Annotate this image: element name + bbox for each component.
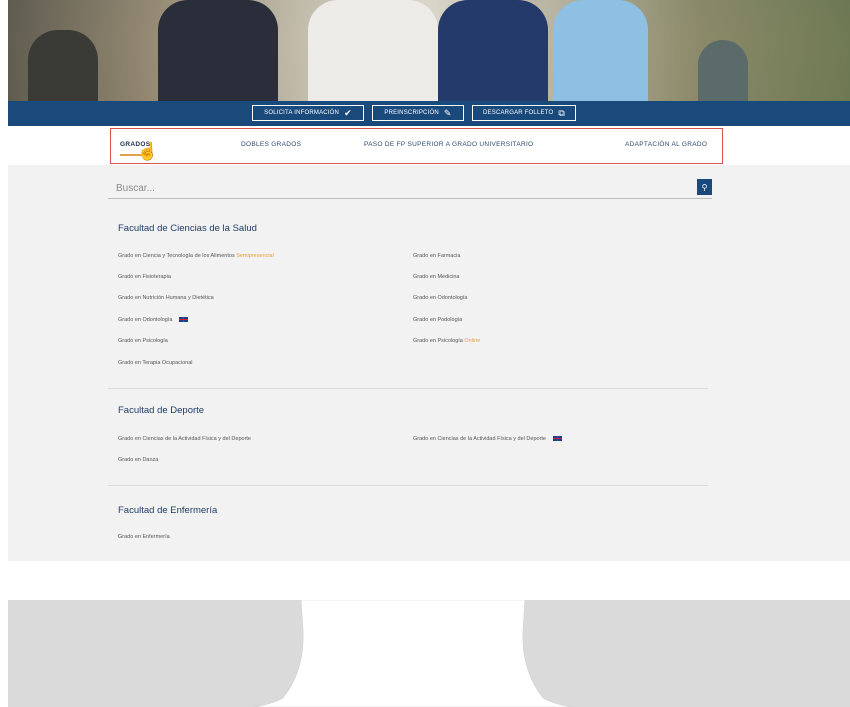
list-item-label: Grado en Psicología — [413, 338, 463, 344]
uk-flag-icon — [552, 436, 562, 442]
tab-dobles-grados[interactable]: DOBLES GRADOS — [241, 141, 301, 148]
list-item[interactable]: Grado en Ciencias de la Actividad Física… — [118, 436, 251, 442]
list-item[interactable]: Grado en Fisioterapia — [118, 274, 171, 280]
list-item-label: Grado en Medicina — [413, 274, 460, 280]
search-bar: Buscar... ⚲ — [108, 178, 712, 199]
tab-fp-superior[interactable]: PASO DE FP SUPERIOR A GRADO UNIVERSITARI… — [364, 141, 533, 148]
hero-banner — [8, 0, 850, 101]
list-item-label: Grado en Ciencias de la Actividad Física… — [118, 436, 251, 442]
list-item[interactable]: Grado en Podología — [413, 317, 462, 323]
uk-flag-icon — [178, 317, 188, 323]
list-item-label: Grado en Terapia Ocupacional — [118, 360, 193, 366]
list-item-label: Grado en Farmacia — [413, 253, 461, 259]
faculty-title: Facultad de Enfermería — [118, 505, 218, 516]
search-icon: ⚲ — [701, 182, 708, 192]
monitor-stand — [253, 600, 573, 707]
search-button[interactable]: ⚲ — [697, 179, 712, 195]
list-item[interactable]: Grado en Odontología — [413, 295, 467, 301]
list-item-label: Grado en Enfermería — [118, 534, 170, 540]
request-info-button[interactable]: SOLICITA INFORMACIÓN ✔ — [252, 105, 364, 121]
list-item[interactable]: Grado en Farmacia — [413, 253, 460, 259]
online-badge: Online — [464, 338, 481, 344]
edit-icon: ✎ — [443, 107, 452, 118]
list-item[interactable]: Grado en Ciencias de la Actividad Física… — [413, 436, 562, 442]
copy-icon: ⧉ — [558, 107, 565, 118]
list-item-label: Grado en Odontología — [118, 317, 173, 323]
search-input[interactable]: Buscar... — [116, 183, 155, 194]
list-item-label: Grado en Podología — [413, 317, 463, 323]
list-item[interactable]: Grado en Danza — [118, 457, 158, 463]
section-divider — [108, 388, 708, 389]
list-item[interactable]: Grado en Psicología — [118, 338, 168, 344]
list-item[interactable]: Grado en Ciencia y Tecnología de los Ali… — [118, 253, 274, 259]
faculty-title: Facultad de Ciencias de la Salud — [118, 223, 257, 234]
hand-cursor-icon: ☝ — [137, 142, 159, 161]
request-info-label: SOLICITA INFORMACIÓN — [264, 110, 340, 116]
list-item-label: Grado en Odontología — [413, 295, 468, 301]
section-divider — [108, 485, 708, 486]
list-item[interactable]: Grado en Nutrición Humana y Dietética — [118, 295, 214, 301]
list-item-label: Grado en Fisioterapia — [118, 274, 171, 280]
download-brochure-label: DESCARGAR FOLLETO — [483, 110, 554, 116]
checkmark-icon: ✔ — [344, 107, 352, 118]
list-item[interactable]: Grado en Psicología Online — [413, 338, 480, 344]
list-item-label: Grado en Danza — [118, 457, 159, 463]
preregistration-label: PREINSCRIPCIÓN — [384, 110, 439, 116]
list-item[interactable]: Grado en Odontología — [118, 317, 188, 323]
preregistration-button[interactable]: PREINSCRIPCIÓN ✎ — [372, 105, 464, 121]
download-brochure-button[interactable]: DESCARGAR FOLLETO ⧉ — [472, 105, 576, 121]
tab-adaptacion[interactable]: ADAPTACIÓN AL GRADO — [625, 141, 707, 148]
faculty-title: Facultad de Deporte — [118, 405, 205, 416]
list-item[interactable]: Grado en Enfermería — [118, 534, 170, 540]
list-item[interactable]: Grado en Medicina — [413, 274, 459, 280]
list-item-label: Grado en Ciencia y Tecnología de los Ali… — [118, 253, 235, 259]
list-item-label: Grado en Ciencias de la Actividad Física… — [413, 436, 546, 442]
list-item-label: Grado en Psicología — [118, 338, 168, 344]
semipresencial-badge: Semipresencial — [236, 253, 274, 259]
program-tabs: GRADOS DOBLES GRADOS PASO DE FP SUPERIOR… — [110, 128, 723, 164]
list-item-label: Grado en Nutrición Humana y Dietética — [118, 295, 214, 301]
list-item[interactable]: Grado en Terapia Ocupacional — [118, 360, 193, 366]
